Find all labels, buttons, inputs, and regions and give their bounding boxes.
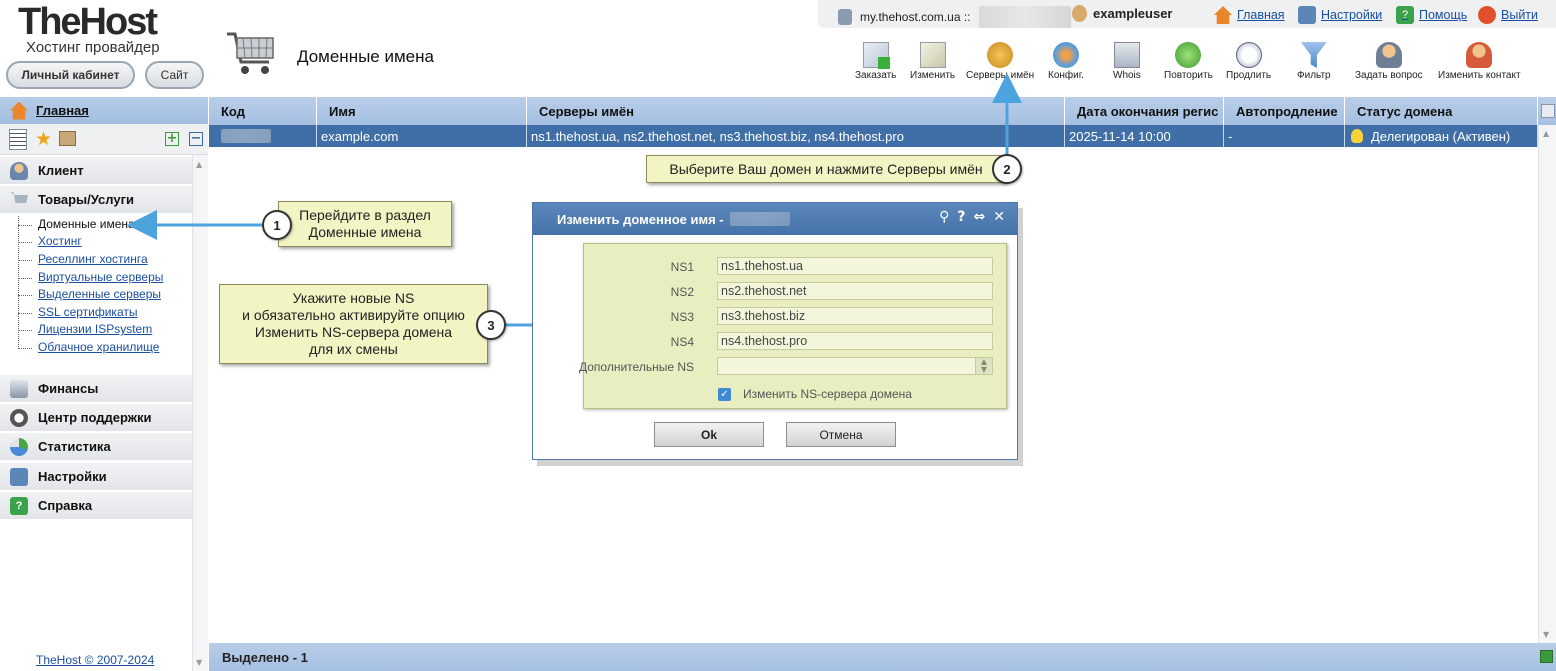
ns3-label: NS3 (670, 310, 694, 324)
callout-3-line-4: для их смены (309, 341, 398, 357)
dialog-title: Изменить доменное имя - (557, 211, 724, 227)
extra-ns-input[interactable] (717, 357, 993, 375)
change-ns-checkbox-label[interactable]: Изменить NS-сервера домена (743, 387, 912, 401)
pin-icon[interactable]: ⚲ (939, 209, 949, 225)
ok-button[interactable]: Ok (654, 422, 764, 447)
ns4-label: NS4 (670, 335, 694, 349)
help-question-icon[interactable]: ? (957, 209, 965, 225)
ns2-label: NS2 (670, 285, 694, 299)
ns3-input[interactable]: ns3.thehost.biz (717, 307, 993, 325)
cancel-button[interactable]: Отмена (786, 422, 896, 447)
callout-1-line-1: Перейдите в раздел (299, 207, 431, 223)
maximize-icon[interactable]: ⇔ (974, 209, 986, 225)
extra-ns-spinner-icon[interactable]: ▲ ▼ (975, 358, 992, 374)
dialog-controls: ⚲ ? ⇔ ✕ (939, 209, 1005, 225)
ns-form: NS1 ns1.thehost.ua NS2 ns2.thehost.net N… (579, 243, 1007, 409)
redacted-domain (729, 212, 790, 226)
ns2-input[interactable]: ns2.thehost.net (717, 282, 993, 300)
callout-2-text: Выберите Ваш домен и нажмите Серверы имё… (669, 160, 983, 177)
callout-3-line-1: Укажите новые NS (292, 290, 415, 306)
step-badge-1: 1 (262, 210, 292, 240)
callout-3: Укажите новые NS и обязательно активируй… (219, 284, 488, 364)
close-icon[interactable]: ✕ (993, 209, 1005, 225)
ns4-input[interactable]: ns4.thehost.pro (717, 332, 993, 350)
callout-1: Перейдите в раздел Доменные имена (278, 201, 452, 247)
callout-1-line-2: Доменные имена (308, 224, 422, 240)
extra-ns-label: Дополнительные NS (579, 360, 694, 374)
ns1-input[interactable]: ns1.thehost.ua (717, 257, 993, 275)
step-badge-2: 2 (992, 154, 1022, 184)
callout-2: Выберите Ваш домен и нажмите Серверы имё… (646, 155, 1006, 183)
callout-3-line-3: Изменить NS-сервера домена (254, 324, 453, 340)
ns1-label: NS1 (670, 260, 694, 274)
callout-3-line-2: и обязательно активируйте опцию (242, 307, 465, 323)
change-ns-checkbox[interactable]: ✓ (718, 388, 731, 401)
edit-domain-dialog: Изменить доменное имя - ⚲ ? ⇔ ✕ NS1 ns1.… (532, 202, 1018, 460)
step-badge-3: 3 (476, 310, 506, 340)
